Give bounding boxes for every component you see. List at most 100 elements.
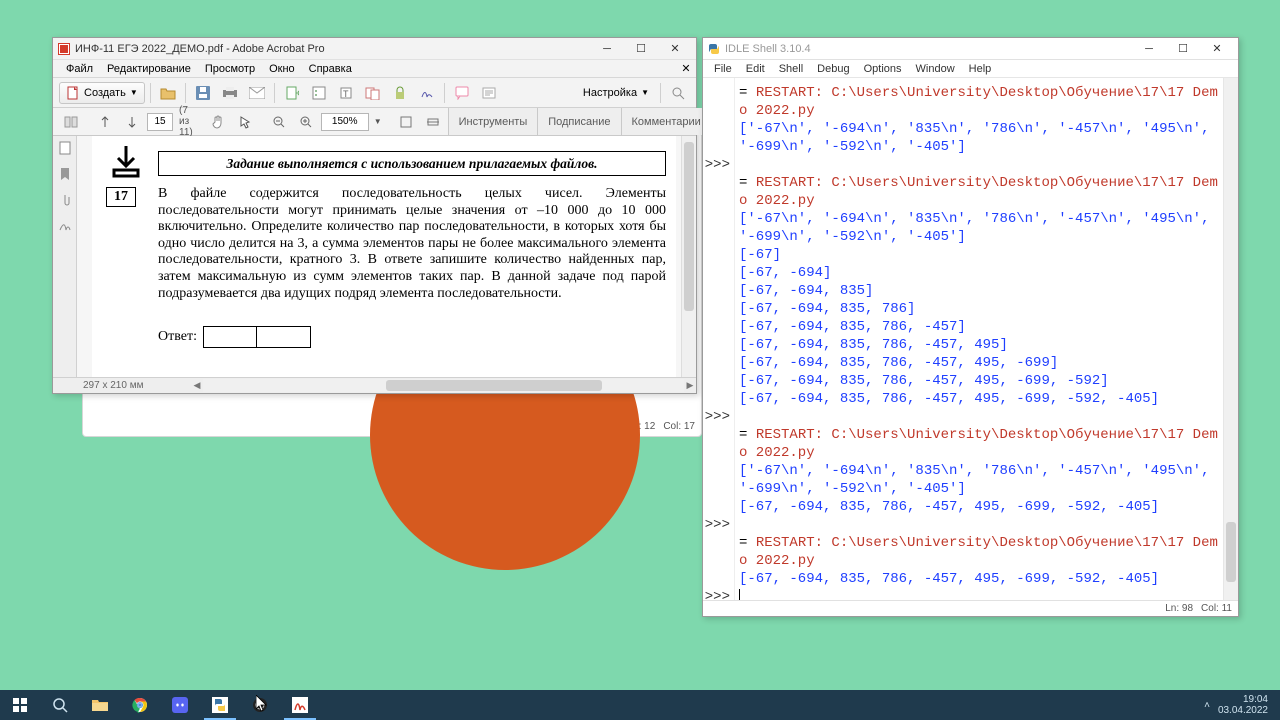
attachments-icon[interactable]: [57, 192, 73, 208]
menu-window[interactable]: Window: [909, 62, 962, 76]
file-explorer-button[interactable]: [80, 690, 120, 720]
menu-shell[interactable]: Shell: [772, 62, 810, 76]
minimize-button[interactable]: ─: [590, 39, 624, 59]
chevron-down-icon: ▼: [641, 88, 649, 97]
scroll-thumb[interactable]: [1226, 522, 1236, 582]
horizontal-scrollbar[interactable]: ◀ ▶: [203, 379, 684, 392]
acrobat-window: ИНФ-11 ЕГЭ 2022_ДЕМО.pdf - Adobe Acrobat…: [52, 37, 697, 394]
answer-cell: [203, 326, 257, 348]
menu-options[interactable]: Options: [857, 62, 909, 76]
scroll-right-icon[interactable]: ▶: [684, 379, 696, 392]
idle-titlebar[interactable]: IDLE Shell 3.10.4 ─ ☐ ✕: [703, 38, 1238, 60]
search-button[interactable]: [666, 82, 690, 104]
tray-chevron-icon[interactable]: ˄: [1204, 700, 1210, 711]
export-button[interactable]: [280, 82, 304, 104]
protect-button[interactable]: [388, 82, 412, 104]
acrobat-toolbar-primary: Создать ▼ T Настройка ▼: [53, 78, 696, 108]
menu-debug[interactable]: Debug: [810, 62, 856, 76]
idle-prompt-gutter: >>>>>>>>>>>>: [703, 78, 735, 600]
tab-comments[interactable]: Комментарии: [621, 108, 711, 135]
menu-help[interactable]: Help: [962, 62, 999, 76]
combine-button[interactable]: [361, 82, 385, 104]
acrobat-titlebar[interactable]: ИНФ-11 ЕГЭ 2022_ДЕМО.pdf - Adobe Acrobat…: [53, 38, 696, 60]
close-button[interactable]: ✕: [658, 39, 692, 59]
acrobat-toolbar-secondary: (7 из 11) ▼ Инструменты Подписание Комме…: [53, 108, 696, 136]
idle-task-button[interactable]: [200, 690, 240, 720]
tab-close-icon[interactable]: ✕: [679, 61, 693, 75]
acrobat-task-button[interactable]: [280, 690, 320, 720]
scroll-thumb[interactable]: [684, 142, 694, 311]
menu-edit[interactable]: Редактирование: [100, 62, 198, 76]
close-button[interactable]: ✕: [1200, 39, 1234, 59]
menu-file[interactable]: File: [707, 62, 739, 76]
chevron-down-icon[interactable]: ▼: [372, 117, 384, 126]
menu-window[interactable]: Окно: [262, 62, 302, 76]
python-icon: [707, 42, 721, 56]
search-button[interactable]: [40, 690, 80, 720]
fit-page-button[interactable]: [394, 111, 418, 133]
scroll-left-icon[interactable]: ◀: [191, 379, 203, 392]
discord-button[interactable]: [160, 690, 200, 720]
next-page-button[interactable]: [120, 111, 144, 133]
idle-menubar: File Edit Shell Debug Options Window Hel…: [703, 60, 1238, 78]
zoom-out-button[interactable]: [267, 111, 291, 133]
maximize-button[interactable]: ☐: [624, 39, 658, 59]
comment-button[interactable]: [450, 82, 474, 104]
menu-file[interactable]: Файл: [59, 62, 100, 76]
prev-page-button[interactable]: [93, 111, 117, 133]
signatures-icon[interactable]: [57, 218, 73, 234]
answer-label: Ответ:: [158, 329, 197, 345]
download-icon: [106, 144, 146, 180]
document-area[interactable]: Задание выполняется с использованием при…: [77, 136, 696, 377]
hand-tool-button[interactable]: [206, 111, 230, 133]
zoom-in-button[interactable]: [294, 111, 318, 133]
bookmarks-icon[interactable]: [57, 166, 73, 182]
search-icon: [52, 697, 68, 713]
email-button[interactable]: [245, 82, 269, 104]
fit-width-button[interactable]: [421, 111, 445, 133]
menu-edit[interactable]: Edit: [739, 62, 772, 76]
edit-text-button[interactable]: T: [334, 82, 358, 104]
idle-output[interactable]: = RESTART: C:\Users\University\Desktop\О…: [735, 78, 1223, 600]
create-button[interactable]: Создать ▼: [59, 82, 145, 104]
minimize-button[interactable]: ─: [1132, 39, 1166, 59]
sign-button[interactable]: [415, 82, 439, 104]
vertical-scrollbar[interactable]: [1223, 78, 1238, 600]
scroll-thumb[interactable]: [386, 380, 602, 391]
task-header: Задание выполняется с использованием при…: [158, 151, 666, 176]
page-number-input[interactable]: [147, 113, 173, 131]
status-line: Ln: 98: [1165, 603, 1193, 614]
select-tool-button[interactable]: [233, 111, 257, 133]
separator: [185, 83, 186, 103]
print-button[interactable]: [218, 82, 242, 104]
thumbnails-icon[interactable]: [57, 140, 73, 156]
menu-view[interactable]: Просмотр: [198, 62, 262, 76]
customize-dropdown[interactable]: Настройка ▼: [577, 84, 655, 102]
page-thumbnails-button[interactable]: [59, 111, 83, 133]
create-form-button[interactable]: [307, 82, 331, 104]
open-button[interactable]: [156, 82, 180, 104]
clock-date: 03.04.2022: [1218, 705, 1268, 716]
obs-button[interactable]: [240, 690, 280, 720]
answer-cells: [203, 326, 311, 348]
save-button[interactable]: [191, 82, 215, 104]
create-label: Создать: [84, 87, 126, 99]
vertical-scrollbar[interactable]: [681, 136, 696, 377]
tab-tools[interactable]: Инструменты: [448, 108, 538, 135]
start-button[interactable]: [0, 690, 40, 720]
menu-help[interactable]: Справка: [302, 62, 359, 76]
customize-label: Настройка: [583, 87, 637, 99]
acrobat-menubar: Файл Редактирование Просмотр Окно Справк…: [53, 60, 696, 78]
stamp-button[interactable]: [477, 82, 501, 104]
pdf-file-icon: [57, 42, 71, 56]
system-tray[interactable]: ˄ 19:04 03.04.2022: [1196, 690, 1280, 720]
separator: [274, 83, 275, 103]
pdf-page: Задание выполняется с использованием при…: [92, 136, 676, 377]
clock[interactable]: 19:04 03.04.2022: [1218, 694, 1272, 716]
zoom-input[interactable]: [321, 113, 369, 131]
maximize-button[interactable]: ☐: [1166, 39, 1200, 59]
tab-sign[interactable]: Подписание: [537, 108, 620, 135]
idle-statusbar: Ln: 98 Col: 11: [703, 600, 1238, 616]
chrome-button[interactable]: [120, 690, 160, 720]
taskbar: ˄ 19:04 03.04.2022: [0, 690, 1280, 720]
